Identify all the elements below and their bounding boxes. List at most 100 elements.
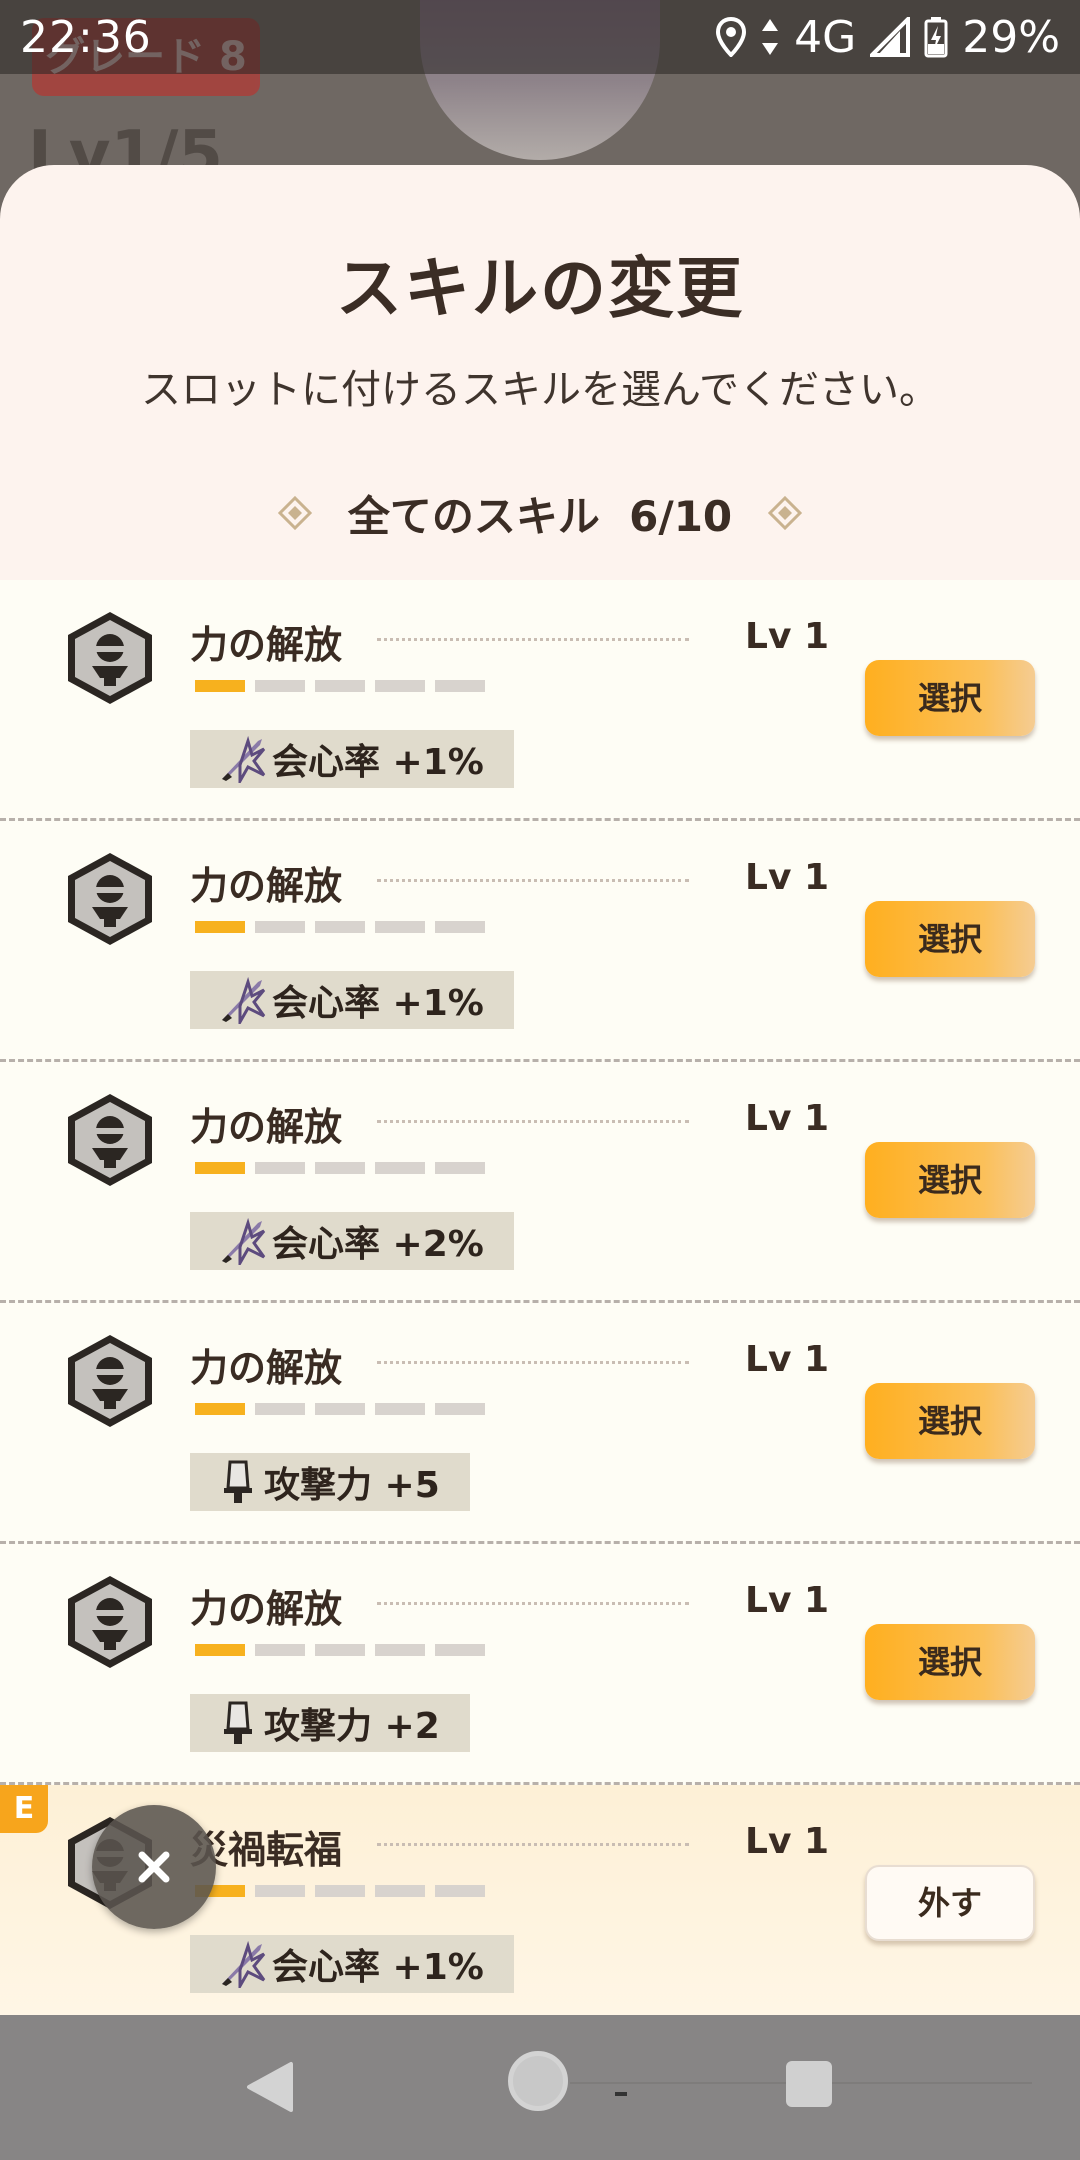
- level-pip-filled: [195, 1644, 245, 1656]
- level-pip: [255, 1162, 305, 1174]
- level-pip: [435, 1403, 485, 1415]
- diamond-ornament-icon: [277, 496, 312, 530]
- remove-button[interactable]: 外す: [865, 1865, 1035, 1941]
- stat-text: 攻撃力 +2: [264, 1706, 440, 1747]
- level-pip: [315, 1644, 365, 1656]
- attack-icon: [224, 1701, 252, 1744]
- level-pips: [195, 921, 485, 933]
- stat-chip: 攻撃力 +5: [190, 1453, 470, 1511]
- stat-text: 会心率 +1%: [272, 1947, 484, 1988]
- level-pip-filled: [195, 1162, 245, 1174]
- navigation-bar: [0, 2015, 1080, 2160]
- leader-dots: [377, 638, 689, 641]
- level-pip: [435, 1162, 485, 1174]
- level-pip-filled: [195, 1403, 245, 1415]
- select-button[interactable]: 選択: [865, 1624, 1035, 1700]
- skill-emblem-icon: [68, 853, 152, 945]
- home-icon[interactable]: [508, 2051, 568, 2111]
- close-button[interactable]: [92, 1805, 216, 1929]
- level-pip: [435, 680, 485, 692]
- skill-name: 力の解放: [190, 1346, 343, 1390]
- level-pip: [255, 1885, 305, 1897]
- leader-dots: [377, 1843, 689, 1846]
- critical-icon: [222, 976, 266, 1024]
- location-icon: [716, 17, 747, 57]
- level-pip: [375, 680, 425, 692]
- select-button[interactable]: 選択: [865, 901, 1035, 977]
- skill-name: 力の解放: [190, 623, 343, 667]
- level-pips: [195, 680, 485, 692]
- stat-text: 会心率 +1%: [272, 983, 484, 1024]
- equipped-badge: E: [0, 1785, 48, 1833]
- level-pip: [375, 921, 425, 933]
- select-button[interactable]: 選択: [865, 1142, 1035, 1218]
- back-icon[interactable]: [245, 2060, 295, 2114]
- level-pip: [435, 1885, 485, 1897]
- level-pips: [195, 1885, 485, 1897]
- critical-icon: [222, 1940, 266, 1988]
- level-pip: [315, 1885, 365, 1897]
- skill-level: Lv 1: [745, 1821, 829, 1862]
- skill-level: Lv 1: [745, 1339, 829, 1380]
- level-pip: [315, 1162, 365, 1174]
- stat-text: 会心率 +1%: [272, 742, 484, 783]
- signal-icon: [870, 17, 911, 57]
- level-pips: [195, 1644, 485, 1656]
- stat-chip: 会心率 +1%: [190, 971, 514, 1029]
- recent-apps-icon[interactable]: [786, 2061, 832, 2107]
- sheet-title: スキルの変更: [336, 250, 744, 327]
- skill-row: 力の解放 Lv 1 会心率 +2% 選択: [0, 1062, 1080, 1303]
- skill-row: 力の解放 Lv 1 会心率 +1% 選択: [0, 580, 1080, 821]
- stat-chip: 会心率 +1%: [190, 1935, 514, 1993]
- level-pip: [435, 921, 485, 933]
- level-pip: [255, 1644, 305, 1656]
- status-bar: 22:36 4G 29%: [0, 0, 1080, 74]
- skill-name: 力の解放: [190, 864, 343, 908]
- close-icon: [138, 1851, 170, 1883]
- section-count: 6/10: [629, 491, 733, 541]
- leader-dots: [377, 1361, 689, 1364]
- skill-emblem-icon: [68, 612, 152, 704]
- section-label: 全てのスキル 6/10: [348, 483, 732, 544]
- level-pip: [375, 1162, 425, 1174]
- level-pips: [195, 1162, 485, 1174]
- level-pip: [375, 1644, 425, 1656]
- skill-row: 力の解放 Lv 1 会心率 +1% 選択: [0, 821, 1080, 1062]
- critical-icon: [222, 735, 266, 783]
- level-pip: [255, 680, 305, 692]
- level-pips: [195, 1403, 485, 1415]
- stat-chip: 会心率 +2%: [190, 1212, 514, 1270]
- skill-change-sheet: スキルの変更 スロットに付けるスキルを選んでください。 全てのスキル 6/10: [0, 165, 1080, 2025]
- stat-chip: 会心率 +1%: [190, 730, 514, 788]
- skill-row: 力の解放 Lv 1 攻撃力 +2 選択: [0, 1544, 1080, 1785]
- stat-chip: 攻撃力 +2: [190, 1694, 470, 1752]
- select-button[interactable]: 選択: [865, 660, 1035, 736]
- level-pip: [315, 1403, 365, 1415]
- leader-dots: [377, 1602, 689, 1605]
- level-pip: [375, 1885, 425, 1897]
- section-header: 全てのスキル 6/10: [0, 483, 1080, 543]
- stat-text: 攻撃力 +5: [264, 1465, 440, 1506]
- skill-level: Lv 1: [745, 1580, 829, 1621]
- skill-emblem-icon: [68, 1094, 152, 1186]
- skill-level: Lv 1: [745, 1098, 829, 1139]
- status-time: 22:36: [20, 11, 152, 63]
- level-pip: [375, 1403, 425, 1415]
- leader-dots: [377, 1120, 689, 1123]
- level-pip: [315, 680, 365, 692]
- battery-charging-icon: [924, 17, 948, 58]
- section-title: 全てのスキル: [347, 491, 600, 541]
- skill-emblem-icon: [68, 1576, 152, 1668]
- stat-text: 会心率 +2%: [272, 1224, 484, 1265]
- skill-level: Lv 1: [745, 857, 829, 898]
- data-transfer-icon: [762, 19, 779, 55]
- skill-name: 力の解放: [190, 1105, 343, 1149]
- select-button[interactable]: 選択: [865, 1383, 1035, 1459]
- skill-name: 力の解放: [190, 1587, 343, 1631]
- home-indicator-dash: [615, 2092, 627, 2096]
- network-type: 4G: [794, 11, 857, 63]
- leader-dots: [377, 879, 689, 882]
- skill-level: Lv 1: [745, 616, 829, 657]
- level-pip-filled: [195, 921, 245, 933]
- critical-icon: [222, 1217, 266, 1265]
